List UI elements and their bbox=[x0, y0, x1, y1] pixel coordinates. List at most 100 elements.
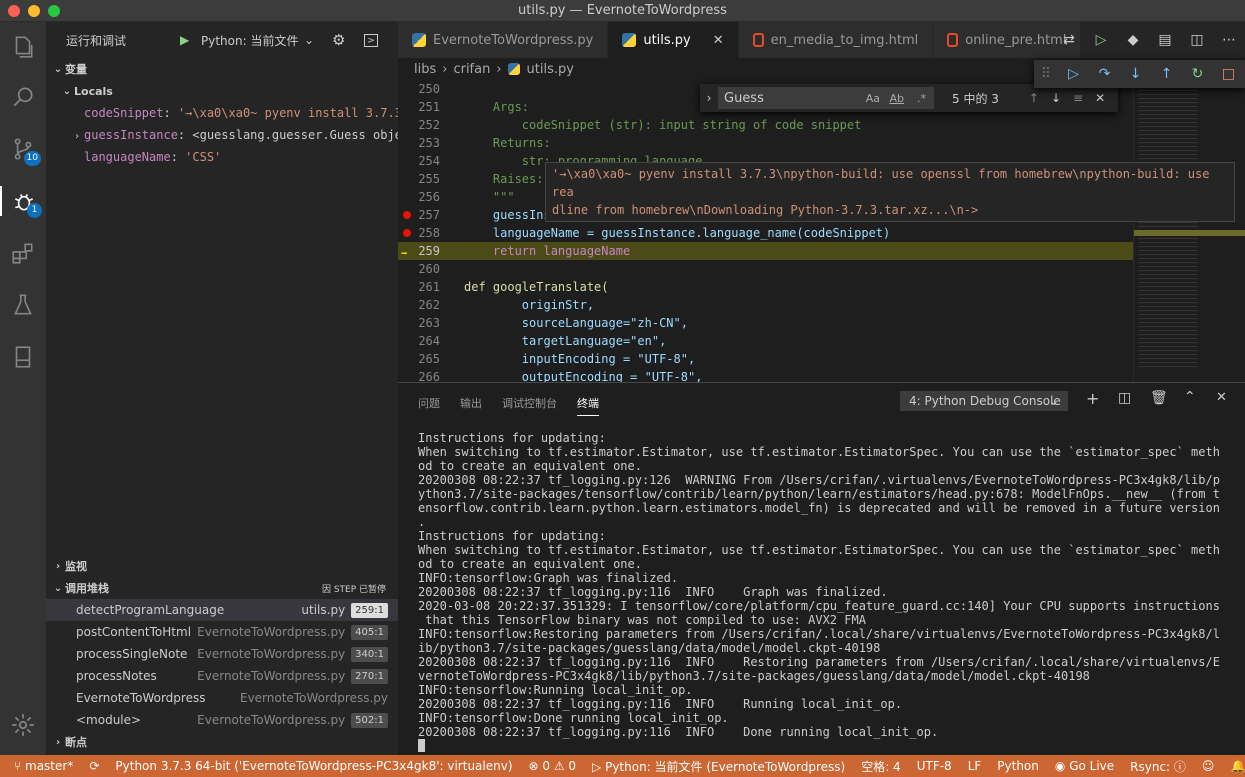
variable-row[interactable]: › guessInstance: <guesslang.guesser.Guess… bbox=[46, 124, 398, 146]
tab-problems[interactable]: 问题 bbox=[418, 395, 440, 411]
indentation-item[interactable]: 空格: 4 bbox=[853, 758, 909, 775]
step-out-icon[interactable]: ↑ bbox=[1151, 66, 1182, 82]
step-into-icon[interactable]: ↓ bbox=[1120, 66, 1151, 82]
testing-icon[interactable] bbox=[8, 290, 38, 320]
watch-section-header[interactable]: › 监视 bbox=[46, 555, 398, 577]
book-icon[interactable] bbox=[8, 342, 38, 372]
debug-config-select[interactable]: Python: 当前文件 bbox=[201, 32, 298, 49]
run-file-icon[interactable]: ▷ bbox=[1085, 32, 1117, 48]
callstack-frame[interactable]: EvernoteToWordpress EvernoteToWordpress.p… bbox=[46, 687, 398, 709]
problems-count[interactable]: ⊗ 0 ⚠ 0 bbox=[521, 759, 585, 773]
minimap[interactable] bbox=[1133, 80, 1245, 382]
explorer-icon[interactable] bbox=[8, 32, 38, 62]
search-icon[interactable] bbox=[8, 82, 38, 112]
step-over-icon[interactable]: ↷ bbox=[1089, 66, 1120, 82]
regex-icon[interactable]: .* bbox=[917, 92, 926, 105]
code-line: 261 def googleTranslate( bbox=[418, 280, 609, 294]
chevron-right-icon[interactable]: › bbox=[700, 91, 718, 105]
variable-row[interactable]: codeSnippet: '→\xa0\xa0~ pyenv install 3… bbox=[46, 102, 398, 124]
title-bar: utils.py — EvernoteToWordpress bbox=[0, 0, 1245, 22]
gear-icon[interactable]: ⚙ bbox=[332, 31, 345, 49]
close-icon[interactable]: ✕ bbox=[1095, 91, 1105, 105]
tab-debug-console[interactable]: 调试控制台 bbox=[502, 395, 557, 411]
editor-tabs: EvernoteToWordpress.py utils.py ✕ en_medi… bbox=[398, 22, 1245, 58]
match-word-icon[interactable]: Ab bbox=[889, 92, 904, 105]
find-input[interactable]: Guess Aa Ab .* bbox=[718, 87, 934, 109]
new-terminal-icon[interactable]: + bbox=[1086, 389, 1099, 408]
python-interpreter[interactable]: Python 3.7.3 64-bit ('EvernoteToWordpres… bbox=[107, 759, 520, 773]
terminal-select[interactable]: 4: Python Debug Console ⌄ bbox=[900, 391, 1068, 411]
continue-icon[interactable]: ▷ bbox=[1058, 66, 1089, 82]
run-debug-icon[interactable]: 1 bbox=[0, 186, 46, 218]
restart-icon[interactable]: ↻ bbox=[1182, 66, 1213, 82]
breakpoints-section-header[interactable]: › 断点 bbox=[46, 731, 398, 753]
split-terminal-icon[interactable]: ◫ bbox=[1118, 390, 1131, 406]
callstack-frame[interactable]: processSingleNote EvernoteToWordpress.py 3… bbox=[46, 643, 398, 665]
breadcrumb-item[interactable]: utils.py bbox=[527, 62, 574, 77]
close-icon[interactable]: ✕ bbox=[713, 33, 724, 48]
gear-icon[interactable] bbox=[8, 710, 38, 740]
callstack-frame[interactable]: detectProgramLanguage utils.py 259:1 bbox=[46, 599, 398, 621]
callstack-frame[interactable]: postContentToHtml EvernoteToWordpress.py 4… bbox=[46, 621, 398, 643]
tab-utils[interactable]: utils.py ✕ bbox=[608, 22, 739, 58]
code-line: 258 languageName = guessInstance.languag… bbox=[398, 224, 1133, 242]
next-match-icon[interactable]: ↓ bbox=[1051, 91, 1061, 105]
encoding-item[interactable]: UTF-8 bbox=[909, 759, 960, 773]
debug-launch-item[interactable]: ▷ Python: 当前文件 (EvernoteToWordpress) bbox=[584, 758, 853, 775]
extensions-icon[interactable] bbox=[8, 238, 38, 268]
breakpoint-icon[interactable] bbox=[403, 229, 411, 237]
start-debug-icon[interactable]: ▶ bbox=[180, 33, 189, 47]
drag-handle-icon[interactable]: ⠿ bbox=[1034, 66, 1058, 82]
debug-run-icon: ▷ bbox=[592, 759, 606, 774]
code-line: 264 targetLanguage="en", bbox=[418, 334, 667, 348]
minimize-window-button[interactable] bbox=[28, 5, 40, 17]
tab-en-media-to-img[interactable]: en_media_to_img.html bbox=[738, 22, 934, 58]
locals-scope[interactable]: ⌄ Locals bbox=[46, 80, 398, 102]
tab-terminal[interactable]: 终端 bbox=[577, 395, 599, 416]
callstack-section-header[interactable]: ⌄ 调用堆栈因 STEP 已暂停 bbox=[46, 577, 398, 599]
close-window-button[interactable] bbox=[8, 5, 20, 17]
variables-section-header[interactable]: ⌄ 变量 bbox=[46, 58, 398, 80]
zoom-window-button[interactable] bbox=[48, 5, 60, 17]
rsync-item[interactable]: Rsync: ⓘ bbox=[1122, 758, 1194, 775]
breadcrumb-item[interactable]: libs bbox=[414, 62, 436, 77]
stop-icon[interactable]: □ bbox=[1213, 66, 1244, 82]
debug-console-icon[interactable]: > bbox=[364, 33, 378, 47]
callstack-frame[interactable]: processNotes EvernoteToWordpress.py 270:1 bbox=[46, 665, 398, 687]
hover-tooltip: '→\xa0\xa0~ pyenv install 3.7.3\npython-… bbox=[545, 162, 1235, 222]
language-mode-item[interactable]: Python bbox=[989, 759, 1047, 773]
compare-icon[interactable]: ⇄ bbox=[1053, 32, 1085, 48]
branch-icon: ⑂ bbox=[14, 759, 26, 773]
broadcast-icon: ◉ bbox=[1054, 759, 1070, 773]
sync-icon[interactable]: ⟳ bbox=[81, 759, 107, 773]
chevron-down-icon[interactable]: ⌄ bbox=[304, 33, 314, 47]
preview-icon[interactable]: ▤ bbox=[1149, 32, 1181, 48]
close-icon[interactable]: ✕ bbox=[1216, 390, 1227, 405]
match-case-icon[interactable]: Aa bbox=[866, 92, 880, 105]
maximize-panel-icon[interactable]: ⌃ bbox=[1184, 389, 1196, 405]
source-control-icon[interactable]: 10 bbox=[8, 134, 41, 166]
code-line: 262 originStr, bbox=[418, 298, 595, 312]
find-in-selection-icon[interactable]: ≡ bbox=[1073, 91, 1083, 105]
breadcrumb-item[interactable]: crifan bbox=[453, 62, 490, 77]
variable-row[interactable]: languageName: 'CSS' bbox=[46, 146, 398, 168]
debug-toolbar: ⠿ ▷ ↷ ↓ ↑ ↻ □ bbox=[1034, 60, 1245, 88]
tab-output[interactable]: 输出 bbox=[460, 395, 482, 411]
split-editor-icon[interactable]: ◫ bbox=[1181, 32, 1213, 48]
more-actions-icon[interactable]: ⋯ bbox=[1213, 32, 1245, 48]
code-line: 263 sourceLanguage="zh-CN", bbox=[418, 316, 688, 330]
trash-icon[interactable]: 🗑 bbox=[1150, 390, 1168, 406]
notifications-item[interactable]: 🔔 2 bbox=[1222, 759, 1245, 773]
callstack-frame[interactable]: <module> EvernoteToWordpress.py 502:1 bbox=[46, 709, 398, 731]
git-icon[interactable]: ◆ bbox=[1117, 32, 1149, 48]
tab-evernote-to-wordpress[interactable]: EvernoteToWordpress.py bbox=[398, 22, 609, 58]
go-live-item[interactable]: ◉ Go Live bbox=[1047, 759, 1122, 773]
branch-item[interactable]: ⑂ master* bbox=[0, 759, 81, 773]
code-editor[interactable]: 250 251 Args: 252 codeSnippet (str): inp… bbox=[398, 80, 1245, 382]
terminal-cursor bbox=[418, 739, 425, 752]
breakpoint-icon[interactable] bbox=[403, 211, 411, 219]
feedback-icon[interactable]: ☺ bbox=[1194, 759, 1223, 773]
eol-item[interactable]: LF bbox=[960, 759, 990, 773]
terminal-output[interactable]: Instructions for updating: When switchin… bbox=[418, 431, 1223, 739]
previous-match-icon[interactable]: ↑ bbox=[1029, 91, 1039, 105]
